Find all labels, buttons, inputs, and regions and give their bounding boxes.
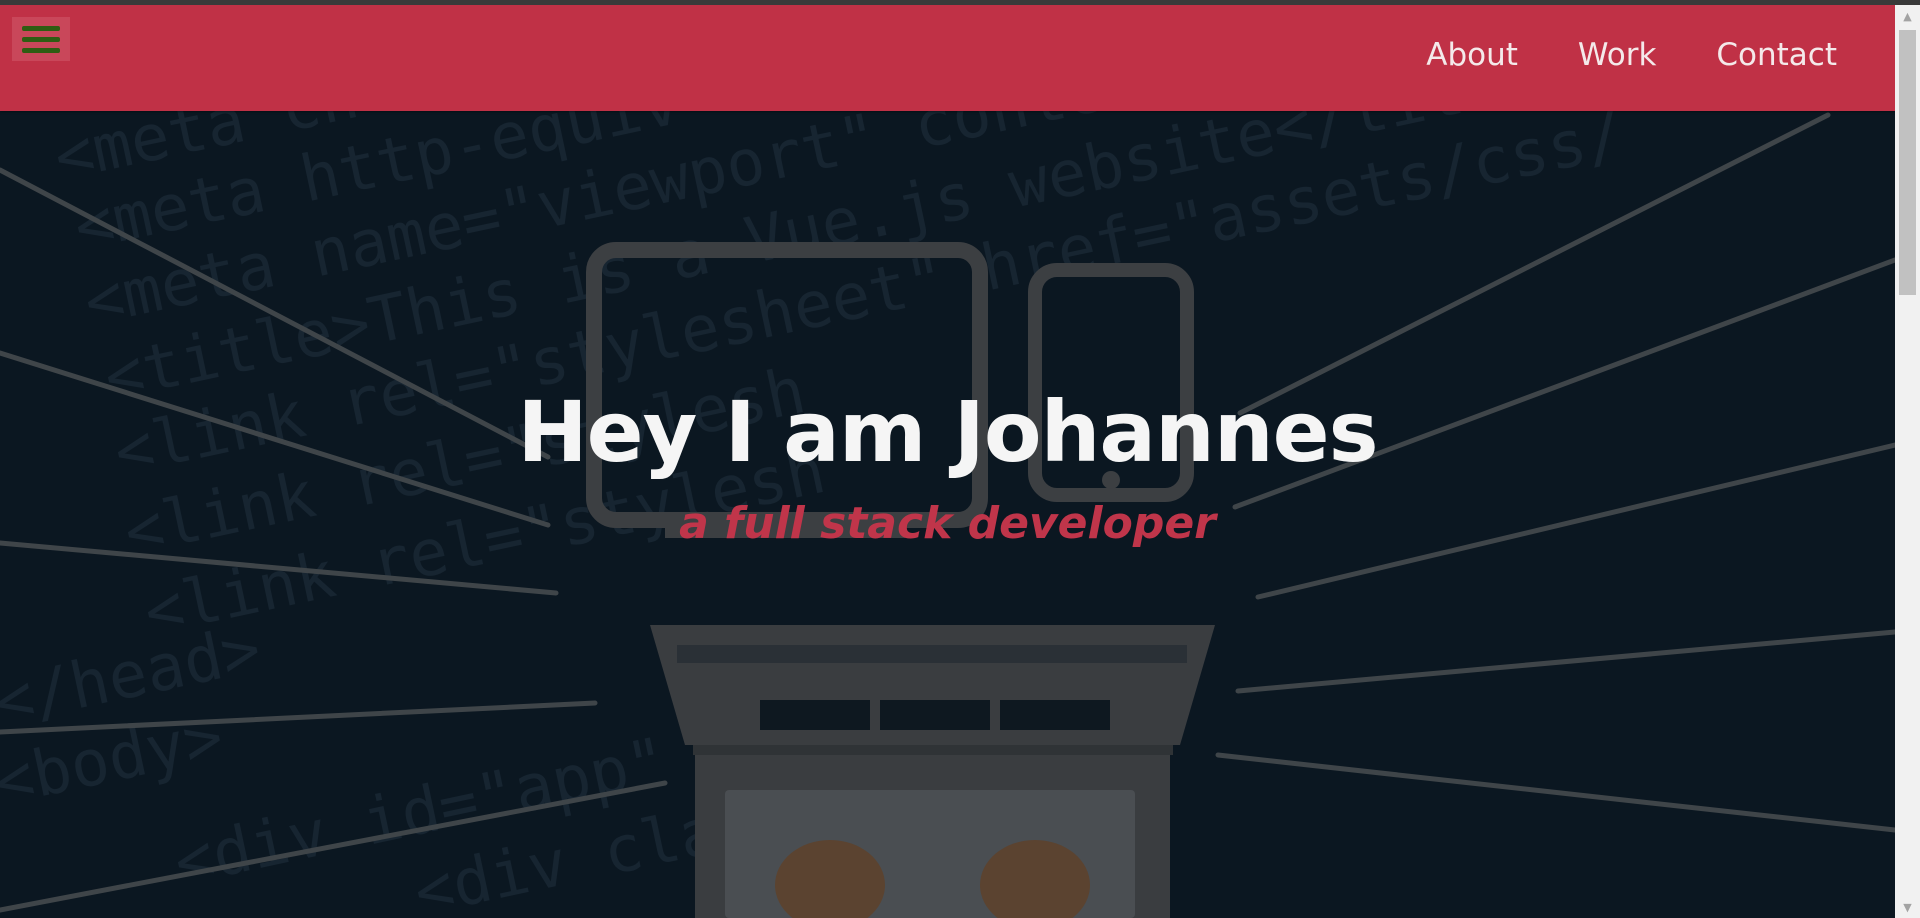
menu-icon-bar [22, 26, 60, 31]
hero-subtitle: a full stack developer [679, 498, 1216, 549]
laptop-illustration [650, 625, 1215, 918]
nav-link-work[interactable]: Work [1578, 37, 1657, 73]
nav-link-about[interactable]: About [1426, 37, 1518, 73]
top-navbar: About Work Contact [0, 5, 1895, 111]
page: <meta ch <meta http-equiv="X-U <meta nam… [0, 5, 1895, 918]
menu-icon-bar [22, 48, 60, 53]
scroll-up-arrow-icon[interactable]: ▲ [1895, 5, 1920, 27]
hero-section: <meta ch <meta http-equiv="X-U <meta nam… [0, 5, 1895, 918]
vertical-scrollbar[interactable]: ▲ ▼ [1895, 5, 1920, 918]
nav-link-contact[interactable]: Contact [1716, 37, 1837, 73]
hamburger-menu-icon[interactable] [12, 17, 70, 61]
hero-title: Hey I am Johannes [517, 383, 1378, 481]
menu-icon-bar [22, 37, 60, 42]
scrollbar-thumb[interactable] [1899, 30, 1916, 295]
scroll-down-arrow-icon[interactable]: ▼ [1895, 896, 1920, 918]
nav-links: About Work Contact [1426, 37, 1837, 73]
